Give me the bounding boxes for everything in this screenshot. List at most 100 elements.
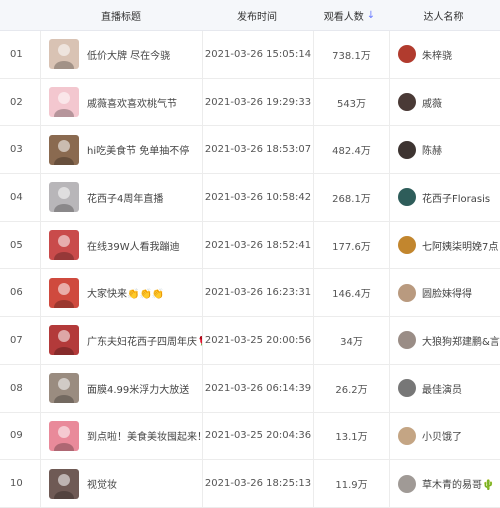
live-title[interactable]: 视觉妆 — [87, 476, 117, 491]
host-name[interactable]: 陈赫 — [422, 142, 442, 157]
row-index: 02 — [10, 96, 23, 108]
host-cell: 小贝饿了 — [389, 412, 500, 460]
live-thumbnail[interactable] — [49, 182, 79, 213]
row-index: 10 — [10, 478, 23, 490]
avatar[interactable] — [398, 45, 416, 64]
title-cell: 大家快来👏👏👏 — [40, 269, 202, 317]
publish-time: 2021-03-26 18:53:07 — [202, 126, 313, 174]
avatar[interactable] — [398, 379, 416, 398]
host-name[interactable]: 最佳演员 — [422, 381, 462, 396]
publish-time: 2021-03-26 10:58:42 — [202, 174, 313, 221]
title-cell: 广东夫妇花西子四周年庆🌹 — [40, 317, 202, 364]
host-column-header: 达人名称 — [423, 11, 464, 23]
live-title[interactable]: 到点啦！美食美妆囤起来！ — [87, 428, 202, 443]
avatar[interactable] — [398, 283, 416, 302]
table-row[interactable]: 02 戚薇喜欢喜欢桃气节 2021-03-26 19:29:33 543万 戚薇 — [0, 78, 500, 127]
row-index: 01 — [10, 48, 23, 60]
avatar[interactable] — [398, 474, 416, 493]
host-cell: 花西子Florasis — [389, 174, 500, 221]
host-name[interactable]: 草木青的易哥🌵 — [422, 476, 494, 491]
live-title[interactable]: 戚薇喜欢喜欢桃气节 — [87, 95, 177, 110]
avatar[interactable] — [398, 426, 416, 445]
table-row[interactable]: 08 面膜4.99米浮力大放送 2021-03-26 06:14:39 26.2… — [0, 364, 500, 413]
title-cell: hi吃美食节 免单抽不停 — [40, 126, 202, 174]
title-cell: 花西子4周年直播 — [40, 174, 202, 221]
avatar[interactable] — [398, 236, 416, 255]
view-count: 738.1万 — [313, 31, 389, 78]
live-thumbnail[interactable] — [49, 134, 79, 165]
live-title[interactable]: 面膜4.99米浮力大放送 — [87, 381, 189, 396]
host-cell: 七阿姨柒明娩7点 — [389, 221, 500, 269]
table-row[interactable]: 04 花西子4周年直播 2021-03-26 10:58:42 268.1万 花… — [0, 174, 500, 222]
publish-time: 2021-03-25 20:00:56 — [202, 317, 313, 364]
host-name[interactable]: 七阿姨柒明娩7点 — [422, 238, 498, 253]
host-name[interactable]: 小贝饿了 — [422, 428, 462, 443]
publish-time: 2021-03-26 06:14:39 — [202, 364, 313, 412]
avatar[interactable] — [398, 188, 416, 207]
live-thumbnail[interactable] — [49, 420, 79, 451]
view-count: 26.2万 — [313, 364, 389, 412]
row-index: 09 — [10, 430, 23, 442]
live-thumbnail[interactable] — [49, 373, 79, 404]
host-cell: 朱梓骁 — [389, 31, 500, 78]
live-thumbnail[interactable] — [49, 468, 79, 499]
live-title[interactable]: 广东夫妇花西子四周年庆🌹 — [87, 333, 202, 348]
table-body: 01 低价大牌 尽在今骁 2021-03-26 15:05:14 738.1万 … — [0, 31, 500, 508]
view-count: 146.4万 — [313, 269, 389, 317]
live-thumbnail[interactable] — [49, 87, 79, 118]
host-name[interactable]: 大狼狗郑建鹏&言 — [422, 333, 500, 348]
live-ranking-table: 直播标题 发布时间 观看人数 ↓ 达人名称 01 低价大牌 尽在今骁 2021-… — [0, 0, 500, 508]
view-count: 34万 — [313, 317, 389, 364]
view-count: 482.4万 — [313, 126, 389, 174]
publish-time: 2021-03-26 18:52:41 — [202, 221, 313, 269]
live-thumbnail[interactable] — [49, 39, 79, 70]
publish-time: 2021-03-25 20:04:36 — [202, 412, 313, 460]
publish-time: 2021-03-26 19:29:33 — [202, 78, 313, 126]
host-name[interactable]: 朱梓骁 — [422, 47, 452, 62]
publish-time: 2021-03-26 15:05:14 — [202, 31, 313, 78]
views-column-label: 观看人数 — [323, 11, 364, 23]
live-title[interactable]: 大家快来👏👏👏 — [87, 285, 164, 300]
host-cell: 陈赫 — [389, 126, 500, 174]
live-thumbnail[interactable] — [49, 230, 79, 261]
host-name[interactable]: 戚薇 — [422, 95, 442, 110]
title-cell: 在线39W人看我蹦迪 — [40, 221, 202, 269]
live-thumbnail[interactable] — [49, 325, 79, 356]
table-row[interactable]: 06 大家快来👏👏👏 2021-03-26 16:23:31 146.4万 圆脸… — [0, 269, 500, 318]
host-name[interactable]: 圆脸妹得得 — [422, 285, 472, 300]
table-row[interactable]: 10 视觉妆 2021-03-26 18:25:13 11.9万 草木青的易哥🌵 — [0, 460, 500, 508]
host-cell: 最佳演员 — [389, 364, 500, 412]
avatar[interactable] — [398, 140, 416, 159]
host-cell: 圆脸妹得得 — [389, 269, 500, 317]
title-cell: 面膜4.99米浮力大放送 — [40, 364, 202, 412]
publish-time: 2021-03-26 16:23:31 — [202, 269, 313, 317]
live-title[interactable]: 在线39W人看我蹦迪 — [87, 238, 180, 253]
row-index: 07 — [10, 334, 23, 346]
host-cell: 草木青的易哥🌵 — [389, 460, 500, 507]
table-row[interactable]: 09 到点啦！美食美妆囤起来！ 2021-03-25 20:04:36 13.1… — [0, 412, 500, 461]
time-column-header: 发布时间 — [237, 11, 277, 23]
view-count: 13.1万 — [313, 412, 389, 460]
live-title[interactable]: 花西子4周年直播 — [87, 190, 163, 205]
host-name[interactable]: 花西子Florasis — [422, 190, 490, 205]
row-index: 05 — [10, 239, 23, 251]
title-cell: 到点啦！美食美妆囤起来！ — [40, 412, 202, 460]
title-cell: 低价大牌 尽在今骁 — [40, 31, 202, 78]
table-row[interactable]: 03 hi吃美食节 免单抽不停 2021-03-26 18:53:07 482.… — [0, 126, 500, 175]
live-thumbnail[interactable] — [49, 277, 79, 308]
table-row[interactable]: 01 低价大牌 尽在今骁 2021-03-26 15:05:14 738.1万 … — [0, 31, 500, 79]
publish-time: 2021-03-26 18:25:13 — [202, 460, 313, 507]
row-index: 04 — [10, 191, 23, 203]
live-title[interactable]: 低价大牌 尽在今骁 — [87, 47, 170, 62]
table-row[interactable]: 07 广东夫妇花西子四周年庆🌹 2021-03-25 20:00:56 34万 … — [0, 317, 500, 365]
title-column-header: 直播标题 — [101, 11, 141, 23]
avatar[interactable] — [398, 331, 416, 350]
sort-down-icon[interactable]: ↓ — [367, 10, 375, 21]
row-index: 06 — [10, 287, 23, 299]
view-count: 543万 — [313, 78, 389, 126]
views-column-header[interactable]: 观看人数 ↓ — [312, 0, 387, 30]
live-title[interactable]: hi吃美食节 免单抽不停 — [87, 142, 189, 157]
avatar[interactable] — [398, 93, 416, 112]
table-row[interactable]: 05 在线39W人看我蹦迪 2021-03-26 18:52:41 177.6万… — [0, 221, 500, 270]
host-cell: 戚薇 — [389, 78, 500, 126]
